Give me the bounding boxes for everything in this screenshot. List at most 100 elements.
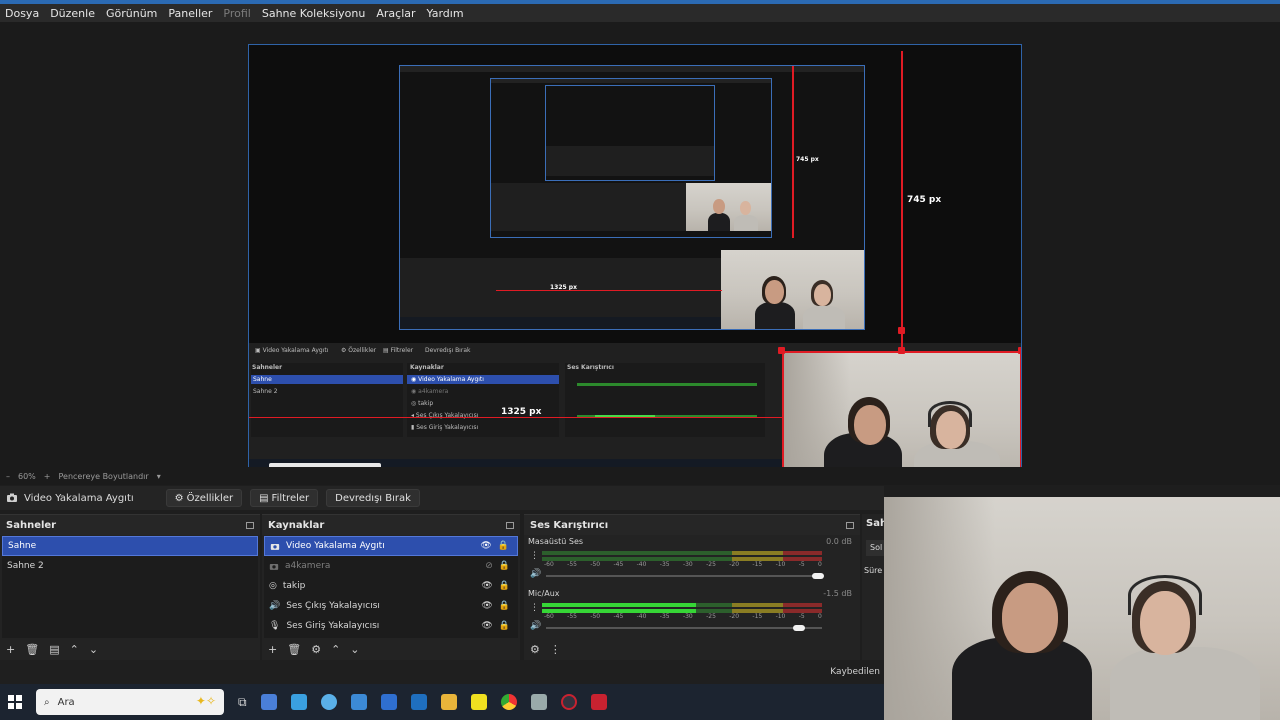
source-item[interactable]: ◎ takip 👁 🔒 (264, 576, 518, 596)
menu-edit[interactable]: Düzenle (50, 7, 95, 20)
status-bar: Kaybedilen (0, 660, 884, 684)
camera-icon (270, 543, 280, 550)
sticky-notes-icon[interactable] (470, 694, 487, 710)
lock-icon[interactable]: 🔒 (499, 601, 510, 611)
source-properties-icon[interactable]: ⚙ (311, 643, 321, 656)
volume-slider[interactable] (546, 627, 822, 629)
volume-slider-knob[interactable] (812, 573, 824, 579)
channel-menu-icon[interactable]: ⋮ (530, 551, 539, 561)
channel-menu-icon[interactable]: ⋮ (530, 603, 539, 613)
steam-icon[interactable] (410, 694, 427, 710)
speaker-icon[interactable]: 🔊 (530, 621, 541, 631)
channel-db: 0.0 dB (826, 537, 852, 546)
speaker-icon: 🔊 (269, 601, 281, 611)
source-label: a4kamera (285, 561, 331, 571)
move-up-button[interactable]: ⌃ (70, 643, 79, 656)
obs-window: Dosya Düzenle Görünüm Paneller Profil Sa… (0, 0, 1280, 720)
gear-icon[interactable] (530, 694, 547, 710)
scene-transitions-dock: Sah Sol Süre (862, 514, 887, 660)
source-item[interactable]: 🔊 Ses Çıkış Yakalayıcısı 👁 🔒 (264, 596, 518, 616)
audio-mixer-dock: Ses Karıştırıcı Masaüstü Ses 0.0 dB ⋮ -6… (524, 514, 860, 660)
menu-tools[interactable]: Araçlar (376, 7, 415, 20)
selected-source: Video Yakalama Aygıtı (6, 493, 134, 504)
windows-start-icon[interactable] (8, 695, 22, 709)
menu-docks[interactable]: Paneller (168, 7, 212, 20)
lock-icon[interactable]: 🔒 (499, 581, 510, 591)
folder-icon[interactable] (440, 694, 457, 710)
microphone-icon: 🎙 (269, 621, 281, 631)
preview-canvas[interactable]: 745 px 1325 px ▣ Video Yakalama Aygıtı ⚙… (248, 44, 1022, 480)
lock-icon[interactable]: 🔒 (498, 541, 509, 551)
eye-icon[interactable]: 👁 (481, 621, 492, 631)
properties-label: Özellikler (186, 492, 234, 504)
audio-mixer-title: Ses Karıştırıcı (530, 519, 609, 531)
preview-zoom-row: – 60% + Pencereye Boyutlandır ▾ (0, 467, 1280, 485)
app-icon[interactable] (590, 694, 607, 710)
undock-icon[interactable] (246, 521, 254, 529)
eye-icon[interactable]: 👁 (480, 541, 491, 551)
scenes-list[interactable]: Sahne Sahne 2 (2, 536, 258, 638)
chevron-down-icon[interactable]: ▾ (157, 472, 161, 481)
trash-icon[interactable]: 🗑 (25, 643, 39, 656)
lock-icon[interactable]: 🔒 (499, 621, 510, 631)
speaker-icon[interactable]: 🔊 (530, 569, 541, 579)
eye-hidden-icon[interactable]: ⊘ (485, 561, 493, 571)
obs-icon[interactable] (560, 694, 577, 710)
volume-slider-knob[interactable] (792, 625, 805, 631)
menu-scene-collection[interactable]: Sahne Koleksiyonu (262, 7, 366, 20)
mixer-footer: ⚙ ⋮ (524, 638, 860, 660)
windows-taskbar: ⌕ Ara ✦✧ ⧉ (0, 684, 884, 720)
source-item[interactable]: Video Yakalama Aygıtı 👁 🔒 (264, 536, 518, 556)
app-icon[interactable] (290, 694, 307, 710)
undock-icon[interactable] (506, 521, 514, 529)
menu-view[interactable]: Görünüm (106, 7, 157, 20)
scene-label: Sahne 2 (7, 561, 44, 571)
filter-icon: ▤ (259, 492, 269, 504)
source-item[interactable]: 🎙 Ses Giriş Yakalayıcısı 👁 🔒 (264, 616, 518, 636)
sources-footer: + 🗑 ⚙ ⌃ ⌄ (262, 638, 520, 660)
calculator-icon[interactable] (380, 694, 397, 710)
move-up-button[interactable]: ⌃ (331, 643, 340, 656)
eye-icon[interactable]: 👁 (481, 581, 492, 591)
mixer-menu-icon[interactable]: ⋮ (550, 643, 561, 656)
undock-icon[interactable] (846, 521, 854, 529)
transition-select[interactable]: Sol (866, 540, 884, 556)
move-down-button[interactable]: ⌄ (350, 643, 359, 656)
add-source-button[interactable]: + (268, 643, 277, 656)
sources-dock-title: Kaynaklar (262, 515, 520, 535)
eye-icon[interactable]: 👁 (481, 601, 492, 611)
scene-item[interactable]: Sahne 2 (2, 556, 258, 576)
selected-source-name: Video Yakalama Aygıtı (24, 492, 134, 504)
deactivate-button[interactable]: Devredışı Bırak (326, 489, 420, 507)
sources-list[interactable]: Video Yakalama Aygıtı 👁 🔒 a4kamera ⊘ 🔒 ◎ t… (264, 536, 518, 638)
taskbar-search[interactable]: ⌕ Ara ✦✧ (36, 689, 224, 715)
move-down-button[interactable]: ⌄ (89, 643, 98, 656)
fit-to-window-label[interactable]: Pencereye Boyutlandır (58, 472, 148, 481)
advanced-audio-icon[interactable]: ⚙ (530, 643, 540, 656)
properties-button[interactable]: ⚙ Özellikler (165, 489, 243, 507)
filters-button[interactable]: ▤ Filtreler (250, 489, 319, 507)
menu-file[interactable]: Dosya (5, 7, 39, 20)
scene-item[interactable]: Sahne (2, 536, 258, 556)
chrome-icon[interactable] (500, 694, 517, 710)
source-item[interactable]: a4kamera ⊘ 🔒 (264, 556, 518, 576)
app-icon[interactable] (320, 694, 337, 710)
zoom-out-button[interactable]: – (6, 472, 10, 481)
add-scene-button[interactable]: + (6, 643, 15, 656)
scene-filters-icon[interactable]: ▤ (49, 643, 59, 656)
preview-webcam[interactable] (782, 351, 1021, 479)
preview-area[interactable]: 745 px 1325 px ▣ Video Yakalama Aygıtı ⚙… (0, 22, 1280, 480)
source-label: Video Yakalama Aygıtı (286, 541, 385, 551)
source-toolbar: Video Yakalama Aygıtı ⚙ Özellikler ▤ Filtr… (0, 486, 884, 510)
meter-ticks: -60 -55 -50 -45 -40 -35 -30 -25 -20 -15 -10 -5 0 (544, 561, 822, 568)
task-view-icon[interactable]: ⧉ (238, 695, 247, 710)
app-icon[interactable] (350, 694, 367, 710)
menu-profile[interactable]: Profil (223, 7, 250, 20)
zoom-in-button[interactable]: + (44, 472, 51, 481)
menu-help[interactable]: Yardım (427, 7, 464, 20)
scene-label: Sahne (8, 541, 37, 551)
lock-icon[interactable]: 🔒 (499, 561, 510, 571)
trash-icon[interactable]: 🗑 (287, 643, 301, 656)
store-icon[interactable] (260, 694, 277, 710)
volume-slider[interactable] (546, 575, 822, 577)
